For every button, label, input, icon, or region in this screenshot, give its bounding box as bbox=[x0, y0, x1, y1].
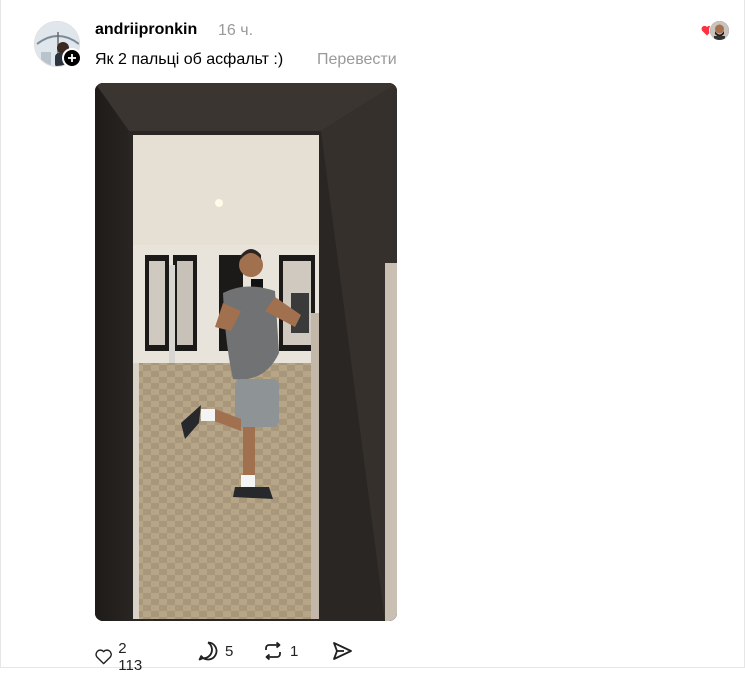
post-card: andriipronkin 16 ч. Як 2 пальці об асфал… bbox=[0, 0, 745, 674]
translate-link[interactable]: Перевести bbox=[317, 51, 397, 69]
repost-button[interactable]: 1 bbox=[262, 640, 298, 662]
post-image[interactable] bbox=[95, 83, 397, 621]
reply-count: 5 bbox=[225, 642, 234, 660]
repost-icon bbox=[265, 641, 281, 661]
follow-plus-icon[interactable] bbox=[62, 48, 82, 68]
post-caption: Як 2 пальці об асфальт :) bbox=[95, 51, 284, 68]
share-send-icon bbox=[333, 642, 352, 660]
reply-button[interactable]: 5 bbox=[197, 640, 233, 662]
author-avatar[interactable] bbox=[34, 21, 82, 68]
comment-icon bbox=[198, 641, 218, 661]
liker-avatar bbox=[709, 20, 730, 41]
heart-icon bbox=[95, 649, 112, 665]
liked-by-indicator[interactable] bbox=[701, 20, 730, 41]
repost-count: 1 bbox=[290, 642, 299, 660]
share-button[interactable] bbox=[331, 640, 353, 662]
author-username[interactable]: andriipronkin bbox=[95, 21, 197, 39]
post-timestamp[interactable]: 16 ч. bbox=[218, 22, 253, 40]
